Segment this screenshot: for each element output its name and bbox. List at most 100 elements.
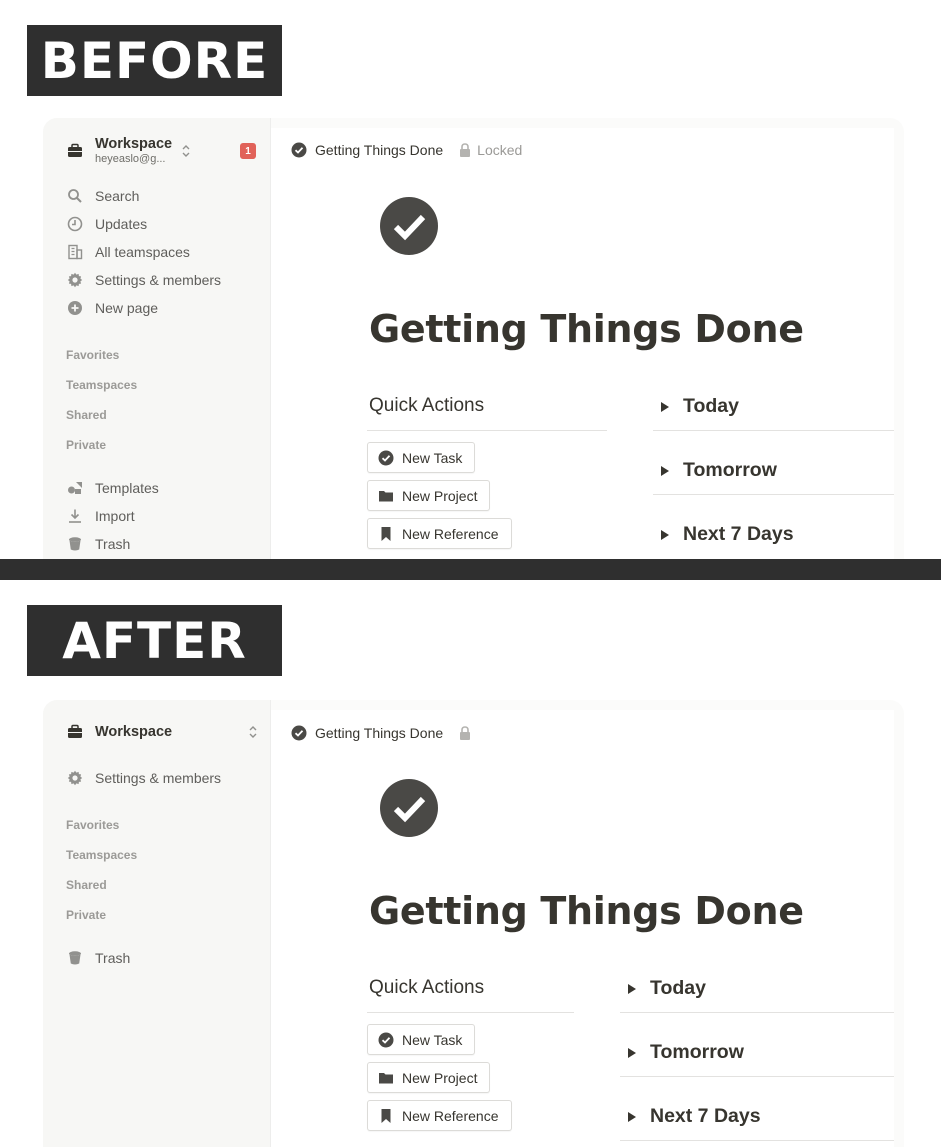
divider (653, 430, 894, 431)
toggle-today[interactable]: Today (628, 977, 706, 1000)
sidebar-item-templates[interactable]: Templates (67, 477, 159, 499)
building-icon (68, 244, 83, 260)
triangle-right-icon (661, 401, 669, 412)
trash-icon (69, 537, 81, 551)
new-reference-button[interactable]: New Reference (367, 1100, 512, 1131)
locked-indicator[interactable] (459, 726, 471, 740)
new-task-button[interactable]: New Task (367, 1024, 476, 1055)
plus-circle-icon (68, 301, 82, 315)
new-reference-button[interactable]: New Reference (367, 518, 512, 549)
workspace-switcher[interactable]: Workspace (67, 724, 259, 741)
new-task-button[interactable]: New Task (367, 442, 476, 473)
breadcrumb: Getting Things Done (291, 724, 471, 742)
check-circle-icon (378, 1032, 394, 1047)
page-content: Getting Things Done Getting Things Done … (271, 710, 894, 1147)
section-shared[interactable]: Shared (66, 408, 107, 422)
breadcrumb-page[interactable]: Getting Things Done (315, 142, 443, 158)
section-private[interactable]: Private (66, 438, 106, 452)
clock-icon (67, 216, 83, 232)
search-icon (68, 189, 82, 203)
toggle-tomorrow[interactable]: Tomorrow (628, 1041, 744, 1064)
sidebar-item-label: Templates (95, 480, 159, 496)
chevron-updown-icon (249, 726, 257, 739)
triangle-right-icon (628, 1111, 636, 1122)
workspace-email: heyeaslo@g... (95, 152, 166, 165)
toggle-label: Today (683, 395, 739, 417)
toggle-tomorrow[interactable]: Tomorrow (661, 459, 777, 482)
sidebar-item-trash[interactable]: Trash (67, 947, 130, 969)
section-favorites[interactable]: Favorites (66, 348, 119, 362)
lock-icon (460, 143, 471, 157)
breadcrumb: Getting Things Done Locked (291, 141, 522, 159)
toggle-next-7-days[interactable]: Next 7 Days (628, 1105, 761, 1128)
triangle-right-icon (661, 465, 669, 476)
page-title[interactable]: Getting Things Done (369, 307, 804, 351)
page-content: Getting Things Done Locked Getting Thing… (271, 128, 894, 559)
check-circle-icon (291, 142, 307, 158)
page-check-icon[interactable] (379, 196, 439, 256)
workspace-name: Workspace (95, 136, 173, 152)
gear-icon (67, 770, 83, 786)
section-teamspaces[interactable]: Teamspaces (66, 378, 137, 392)
button-label: New Reference (402, 525, 499, 542)
sidebar-item-trash[interactable]: Trash (67, 533, 130, 555)
divider (367, 1012, 574, 1013)
toggle-label: Tomorrow (683, 459, 777, 481)
section-teamspaces[interactable]: Teamspaces (66, 848, 137, 862)
bookmark-icon (381, 526, 391, 541)
briefcase-icon (68, 725, 82, 739)
sidebar-item-settings[interactable]: Settings & members (67, 767, 221, 789)
notification-badge: 1 (240, 143, 256, 159)
button-label: New Reference (402, 1107, 499, 1124)
locked-label: Locked (477, 142, 523, 158)
divider (620, 1076, 894, 1077)
toggle-next-7-days[interactable]: Next 7 Days (661, 523, 794, 546)
breadcrumb-page[interactable]: Getting Things Done (315, 725, 443, 741)
gear-icon (67, 272, 83, 288)
sidebar-item-all-teamspaces[interactable]: All teamspaces (67, 241, 190, 263)
sidebar-item-settings[interactable]: Settings & members (67, 269, 221, 291)
page-check-icon[interactable] (379, 778, 439, 838)
triangle-right-icon (628, 983, 636, 994)
folder-icon (379, 1072, 393, 1083)
sidebar-item-label: Import (95, 508, 135, 524)
check-circle-icon (291, 725, 307, 741)
divider (620, 1012, 894, 1013)
trash-icon (69, 951, 81, 965)
sidebar-item-search[interactable]: Search (67, 185, 139, 207)
page-title[interactable]: Getting Things Done (369, 889, 804, 933)
sidebar-item-label: New page (95, 300, 159, 316)
toggle-label: Next 7 Days (650, 1105, 761, 1127)
download-icon (69, 509, 81, 523)
sidebar: Workspace heyeaslo@g... 1 Search Updates… (43, 118, 271, 559)
briefcase-icon (68, 143, 82, 157)
section-private[interactable]: Private (66, 908, 106, 922)
after-app-window: Workspace Settings & members Favorites T… (43, 700, 904, 1147)
sidebar-item-import[interactable]: Import (67, 505, 135, 527)
button-label: New Task (402, 1031, 463, 1048)
button-label: New Project (402, 1069, 478, 1086)
sidebar-item-label: Trash (95, 950, 131, 966)
check-circle-icon (378, 450, 394, 465)
toggle-label: Next 7 Days (683, 523, 794, 545)
section-favorites[interactable]: Favorites (66, 818, 119, 832)
quick-actions-heading: Quick Actions (369, 977, 485, 998)
sidebar-item-updates[interactable]: Updates (67, 213, 147, 235)
folder-icon (379, 490, 393, 501)
triangle-right-icon (661, 529, 669, 540)
sidebar: Workspace Settings & members Favorites T… (43, 700, 271, 1147)
locked-indicator[interactable]: Locked (459, 142, 522, 158)
workspace-switcher[interactable]: Workspace heyeaslo@g... (67, 136, 259, 165)
triangle-right-icon (628, 1047, 636, 1058)
toggle-today[interactable]: Today (661, 395, 739, 418)
quick-actions-heading: Quick Actions (369, 395, 485, 416)
section-shared[interactable]: Shared (66, 878, 107, 892)
sidebar-item-label: All teamspaces (95, 244, 190, 260)
after-label: AFTER (27, 605, 282, 676)
button-label: New Task (402, 449, 463, 466)
new-project-button[interactable]: New Project (367, 1062, 491, 1093)
button-label: New Project (402, 487, 478, 504)
new-project-button[interactable]: New Project (367, 480, 491, 511)
sidebar-item-new-page[interactable]: New page (67, 297, 158, 319)
sidebar-item-label: Search (95, 188, 140, 204)
